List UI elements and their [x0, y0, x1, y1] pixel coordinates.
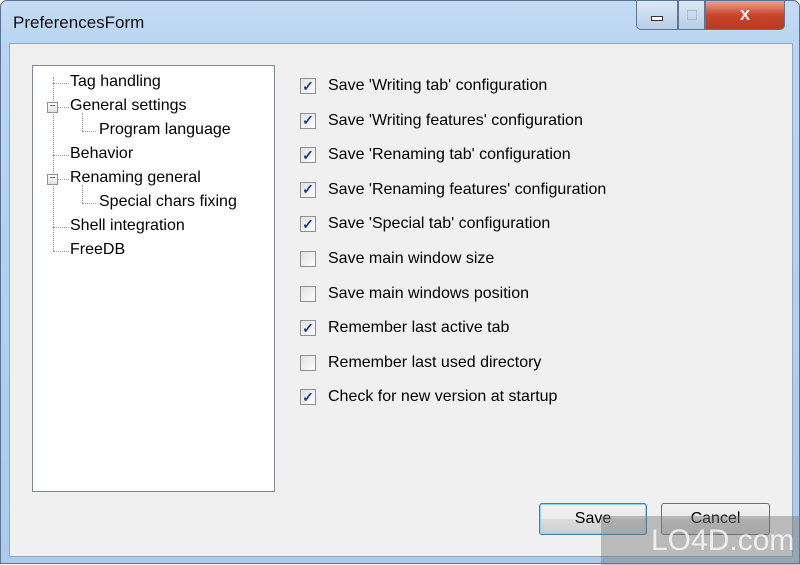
option-checkbox[interactable]: ✓ Save 'Writing features' configuration	[300, 112, 583, 130]
tree-connector	[53, 155, 69, 156]
tree-item[interactable]: Renaming general	[70, 169, 201, 187]
option-label: Check for new version at startup	[328, 388, 558, 406]
option-label: Save 'Renaming tab' configuration	[328, 146, 571, 164]
tree-connector	[53, 251, 69, 252]
checkbox-unchecked-icon[interactable]	[300, 251, 316, 267]
minimize-button[interactable]	[636, 1, 678, 30]
tree-connector	[53, 227, 69, 228]
tree-item[interactable]: General settings	[70, 97, 187, 115]
tree-item[interactable]: Tag handling	[70, 73, 161, 91]
checkbox-checked-icon[interactable]: ✓	[300, 389, 316, 406]
checkbox-unchecked-icon[interactable]	[300, 354, 316, 371]
checkbox-checked-icon[interactable]: ✓	[300, 181, 316, 198]
checkbox-checked-icon[interactable]: ✓	[300, 112, 316, 129]
tree-connector	[53, 83, 69, 84]
collapse-icon[interactable]: −	[47, 102, 58, 113]
option-checkbox[interactable]: ✓ Save 'Renaming tab' configuration	[300, 146, 571, 164]
option-label: Save 'Writing features' configuration	[328, 111, 583, 129]
checkbox-checked-icon[interactable]: ✓	[300, 147, 316, 164]
tree-connector	[82, 185, 83, 203]
watermark-logo: LO4D.com	[601, 516, 800, 565]
option-label: Save main window size	[328, 250, 495, 267]
option-label: Remember last used directory	[328, 353, 542, 371]
option-checkbox[interactable]: ✓ Save 'Renaming features' configuration	[300, 181, 606, 199]
settings-tree[interactable]: Tag handling − General settings Program lan…	[32, 65, 275, 492]
option-checkbox[interactable]: Remember last used directory	[300, 354, 541, 372]
client-area: Tag handling − General settings Program lan…	[9, 43, 793, 557]
tree-item[interactable]: FreeDB	[70, 241, 125, 259]
tree-connector	[82, 113, 83, 131]
checkbox-checked-icon[interactable]: ✓	[300, 320, 316, 337]
preferences-window: PreferencesForm X Tag handling − General s…	[0, 0, 800, 565]
option-checkbox[interactable]: ✓ Save 'Special tab' configuration	[300, 215, 550, 233]
option-label: Save 'Special tab' configuration	[328, 215, 551, 233]
option-checkbox[interactable]: ✓ Remember last active tab	[300, 319, 509, 337]
option-checkbox[interactable]: ✓ Save 'Writing tab' configuration	[300, 77, 547, 95]
option-label: Save 'Writing tab' configuration	[328, 77, 548, 94]
option-checkbox[interactable]: Save main window size	[300, 250, 494, 268]
tree-item[interactable]: Behavior	[70, 145, 133, 163]
watermark-text: LO4D.com	[651, 523, 795, 557]
tree-item[interactable]: Program language	[99, 121, 231, 139]
checkbox-checked-icon[interactable]: ✓	[300, 78, 316, 94]
checkbox-checked-icon[interactable]: ✓	[300, 216, 316, 233]
option-checkbox[interactable]: Save main windows position	[300, 285, 529, 303]
option-label: Remember last active tab	[328, 319, 510, 337]
tree-connector	[82, 131, 96, 132]
close-button[interactable]: X	[705, 1, 785, 30]
option-checkbox[interactable]: ✓ Check for new version at startup	[300, 388, 557, 406]
tree-connector	[82, 203, 96, 204]
window-title: PreferencesForm	[13, 13, 145, 32]
option-label: Save 'Renaming features' configuration	[328, 180, 607, 198]
close-icon: X	[739, 6, 750, 24]
option-label: Save main windows position	[328, 284, 529, 302]
checkbox-unchecked-icon[interactable]	[300, 285, 316, 302]
maximize-button[interactable]	[678, 1, 705, 30]
tree-item[interactable]: Special chars fixing	[99, 193, 237, 211]
minimize-icon	[651, 15, 663, 21]
collapse-icon[interactable]: −	[47, 174, 58, 185]
maximize-icon	[686, 10, 697, 20]
tree-item[interactable]: Shell integration	[70, 217, 185, 235]
